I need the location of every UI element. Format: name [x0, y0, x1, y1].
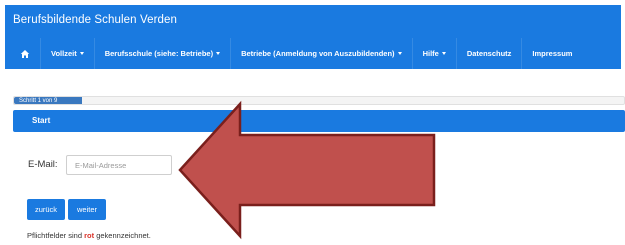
nav-berufsschule-label: Berufsschule (siehe: Betriebe)	[104, 49, 214, 58]
back-button[interactable]: zurück	[27, 199, 65, 220]
chevron-down-icon	[397, 52, 402, 55]
nav-datenschutz-label: Datenschutz	[466, 49, 512, 58]
nav-betriebe[interactable]: Betriebe (Anmeldung von Auszubildenden)	[231, 38, 413, 69]
chevron-down-icon	[216, 52, 221, 55]
progress-bar: Schritt 1 von 9	[13, 96, 625, 105]
nav-impressum[interactable]: Impressum	[522, 38, 582, 69]
email-field[interactable]	[66, 155, 172, 175]
hint-suffix: gekennzeichnet.	[94, 231, 151, 240]
nav-vollzeit-label: Vollzeit	[51, 49, 77, 58]
chevron-down-icon	[79, 52, 84, 55]
top-navbar: Berufsbildende Schulen Verden Vollzeit B…	[5, 5, 621, 69]
nav-home[interactable]	[10, 38, 41, 69]
nav-hilfe[interactable]: Hilfe	[413, 38, 457, 69]
nav-betriebe-label: Betriebe (Anmeldung von Auszubildenden)	[241, 49, 395, 58]
site-title[interactable]: Berufsbildende Schulen Verden	[13, 14, 177, 26]
required-fields-hint: Pflichtfelder sind rot gekennzeichnet.	[27, 231, 151, 240]
nav-hilfe-label: Hilfe	[422, 49, 439, 58]
nav-impressum-label: Impressum	[532, 49, 573, 58]
section-title: Start	[32, 116, 51, 125]
progress-label: Schritt 1 von 9	[19, 98, 58, 104]
nav-datenschutz[interactable]: Datenschutz	[457, 38, 523, 69]
email-label: E-Mail:	[28, 159, 58, 170]
section-header: Start	[13, 110, 625, 132]
home-icon	[20, 49, 30, 58]
nav-berufsschule[interactable]: Berufsschule (siehe: Betriebe)	[95, 38, 232, 69]
main-nav: Vollzeit Berufsschule (siehe: Betriebe) …	[10, 38, 582, 69]
hint-required-word: rot	[84, 231, 95, 240]
next-button[interactable]: weiter	[68, 199, 106, 220]
nav-vollzeit[interactable]: Vollzeit	[41, 38, 95, 69]
chevron-down-icon	[441, 52, 446, 55]
hint-prefix: Pflichtfelder sind	[27, 231, 85, 240]
